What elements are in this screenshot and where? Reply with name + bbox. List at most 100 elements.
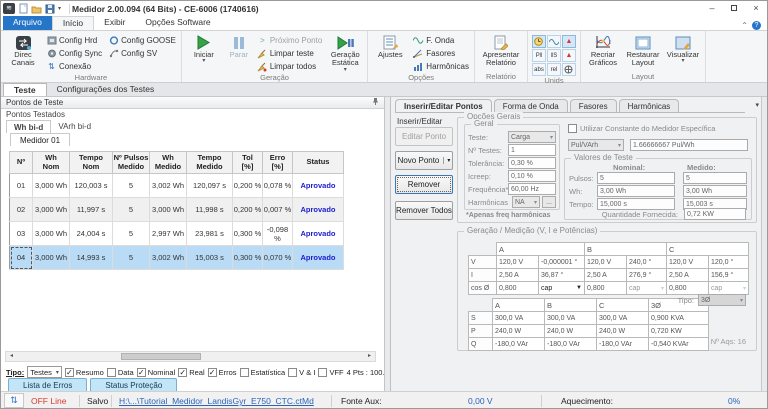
scrollbar-thumb[interactable] <box>121 353 201 360</box>
harmonicas-more-button[interactable]: ... <box>542 196 556 208</box>
tab-wh-bid[interactable]: Wh bi-d <box>6 120 52 133</box>
rel-unit-button[interactable]: rel <box>546 63 561 76</box>
scroll-left-icon[interactable]: ◂ <box>6 352 17 361</box>
cap-select-c[interactable]: cap ▾ <box>711 285 746 292</box>
minimize-button[interactable]: – <box>701 1 723 16</box>
pulsos-medido-field[interactable]: 5 <box>683 172 747 184</box>
flame2-unit-button[interactable]: ▲ <box>561 49 576 62</box>
scroll-right-icon[interactable]: ▸ <box>364 352 375 361</box>
checkbox-nominal[interactable]: Nominal <box>136 367 175 377</box>
help-icon[interactable]: ? <box>752 21 761 30</box>
new-file-icon[interactable] <box>19 3 28 14</box>
checkbox-estatistica[interactable]: Estatística <box>239 367 285 377</box>
tabs-overflow-icon[interactable]: ▾ <box>755 101 759 109</box>
open-folder-icon[interactable] <box>31 4 42 14</box>
constante-unit-select[interactable]: Pul/VArh ▾ <box>568 139 624 151</box>
visualizar-button[interactable]: Visualizar ▾ <box>663 32 703 64</box>
pulsos-nominal-field[interactable]: 5 <box>597 172 675 184</box>
tempo-nominal-field[interactable]: 15,000 s <box>597 198 675 210</box>
tab-configuracoes-testes[interactable]: Configurações dos Testes <box>47 83 165 96</box>
tab-harmonicas[interactable]: Harmônicas <box>618 99 680 112</box>
tab-opcoes-software[interactable]: Opções Software <box>135 16 220 30</box>
table-row[interactable]: 02 3,000 Wh 11,997 s 5 3,000 Wh 11,998 s 0,200… <box>9 197 344 222</box>
save-icon[interactable] <box>45 4 55 14</box>
tab-varh-bid[interactable]: VArh bi-d <box>51 120 98 133</box>
proximo-ponto-button[interactable]: > Próximo Ponto <box>254 34 325 47</box>
limpar-teste-button[interactable]: Limpar teste <box>254 47 325 60</box>
frequencia-field[interactable]: 60,00 Hz <box>508 183 556 195</box>
tab-fasores[interactable]: Fasores <box>569 99 617 112</box>
config-sv-button[interactable]: Config SV <box>105 47 179 60</box>
file-path-link[interactable]: H:\...\Tutorial_Medidor_LandisGyr_E750_C… <box>119 392 314 408</box>
tab-forma-de-onda[interactable]: Forma de Onda <box>493 99 568 112</box>
apresentar-relatorio-button[interactable]: Apresentar Relatório <box>477 32 525 68</box>
geracao-estatica-button[interactable]: Geração Estática ▾ <box>325 32 365 73</box>
table-row[interactable]: 03 3,000 Wh 24,004 s 5 2,997 Wh 23,981 s 0,300… <box>9 221 344 246</box>
test-points-table[interactable]: Nº Wh Nom Tempo Nom Nº Pulsos Medido Wh Medi… <box>9 151 344 270</box>
editar-ponto-button[interactable]: Editar Ponto <box>395 127 453 146</box>
horizontal-scrollbar[interactable]: ◂ ▸ <box>5 351 376 362</box>
n-testes-field[interactable]: 1 <box>508 144 556 156</box>
harmonicas-select[interactable]: NA ▾ <box>512 196 540 208</box>
remover-button[interactable]: Remover <box>395 175 453 194</box>
phase-vi-table[interactable]: ABC V 120,0 V -0,000001 ° 120,0 V 240,0 ° 120… <box>468 242 749 295</box>
qat-dropdown-icon[interactable]: ▾ <box>58 6 61 12</box>
harmonicas-button[interactable]: Harmônicas <box>410 60 472 73</box>
config-hrd-button[interactable]: Config Hrd <box>43 34 105 47</box>
constante-value-field[interactable]: 1.66666667 Pul/Wh <box>630 139 748 151</box>
checkbox-resumo[interactable]: Resumo <box>64 367 104 377</box>
limpar-todos-button[interactable]: Limpar todos <box>254 60 325 73</box>
icreep-field[interactable]: 0,10 % <box>508 170 556 182</box>
checkbox-vff[interactable]: VFF <box>318 367 344 377</box>
wh-nominal-field[interactable]: 3,00 Wh <box>597 185 675 197</box>
close-button[interactable]: × <box>745 1 767 16</box>
s-parallel-unit-button[interactable]: ‖S <box>546 49 561 62</box>
checkbox-vi[interactable]: V & I <box>288 367 315 377</box>
tipo-select[interactable]: Testes ▾ <box>27 366 62 378</box>
constante-checkbox[interactable]: Utilizar Constante do Medidor Específica <box>568 124 715 133</box>
novo-ponto-button[interactable]: Novo Ponto ▾ <box>395 151 453 170</box>
power-table[interactable]: A B C 3Ø S 300,0 VA 300,0 VA 300,0 VA 0,900 KVA… <box>468 298 709 351</box>
tab-inserir-editar-pontos[interactable]: Inserir/Editar Pontos <box>395 99 492 112</box>
time-unit-button[interactable] <box>531 35 546 48</box>
checkbox-data[interactable]: Data <box>106 367 134 377</box>
p-parallel-unit-button[interactable]: P‖ <box>531 49 546 62</box>
pin-icon[interactable] <box>372 97 379 108</box>
tipo-select[interactable]: 3Ø ▾ <box>698 294 746 306</box>
tab-status-protecao[interactable]: Status Proteção <box>90 378 178 391</box>
connection-toggle-button[interactable]: ⇅ <box>4 393 24 408</box>
fasores-button[interactable]: Fasores <box>410 47 472 60</box>
collapse-ribbon-icon[interactable]: ⌃ <box>741 21 748 30</box>
maximize-button[interactable] <box>723 1 745 16</box>
restaurar-layout-button[interactable]: Restaurar Layout <box>623 32 663 68</box>
panel-splitter[interactable] <box>384 97 391 391</box>
table-row[interactable]: 01 3,000 Wh 120,003 s 5 3,002 Wh 120,097 s 0,2… <box>9 173 344 198</box>
tolerancia-field[interactable]: 0,30 % <box>508 157 556 169</box>
direc-canais-button[interactable]: Direc Canais <box>3 32 43 68</box>
quantidade-fornecida-field[interactable]: 0,72 KW <box>684 208 746 220</box>
table-row-selected[interactable]: 04 3,000 Wh 14,993 s 5 3,002 Wh 15,003 s 0,300… <box>9 245 344 270</box>
tab-arquivo[interactable]: Arquivo <box>3 16 52 30</box>
tab-exibir[interactable]: Exibir <box>94 16 135 30</box>
ajustes-button[interactable]: Ajustes <box>370 32 410 59</box>
conexao-button[interactable]: ⇅ Conexão <box>43 60 105 73</box>
teste-select[interactable]: Carga ▾ <box>508 131 556 143</box>
config-goose-button[interactable]: Config GOOSE <box>105 34 179 47</box>
checkbox-real[interactable]: Real <box>178 367 205 377</box>
forma-onda-button[interactable]: F. Onda <box>410 34 472 47</box>
iniciar-button[interactable]: Iniciar ▾ <box>184 32 224 64</box>
flame-unit-button[interactable]: ▲ <box>561 35 576 48</box>
wh-medido-field[interactable]: 3,00 Wh <box>683 185 747 197</box>
remover-todos-button[interactable]: Remover Todos <box>395 201 453 220</box>
tab-teste[interactable]: Teste <box>3 83 47 96</box>
abs-unit-button[interactable]: abs <box>531 63 546 76</box>
parar-button[interactable]: Parar <box>224 32 254 59</box>
wave-unit-button[interactable] <box>546 35 561 48</box>
cap-select-a[interactable]: cap ▼ <box>541 285 582 292</box>
tab-lista-de-erros[interactable]: Lista de Erros <box>8 378 88 391</box>
tab-inicio[interactable]: Início <box>51 16 95 30</box>
recriar-graficos-button[interactable]: Recriar Gráficos <box>583 32 623 68</box>
cap-select-b[interactable]: cap ▾ <box>629 285 664 292</box>
checkbox-erros[interactable]: Erros <box>207 367 237 377</box>
target-unit-button[interactable] <box>561 63 576 76</box>
